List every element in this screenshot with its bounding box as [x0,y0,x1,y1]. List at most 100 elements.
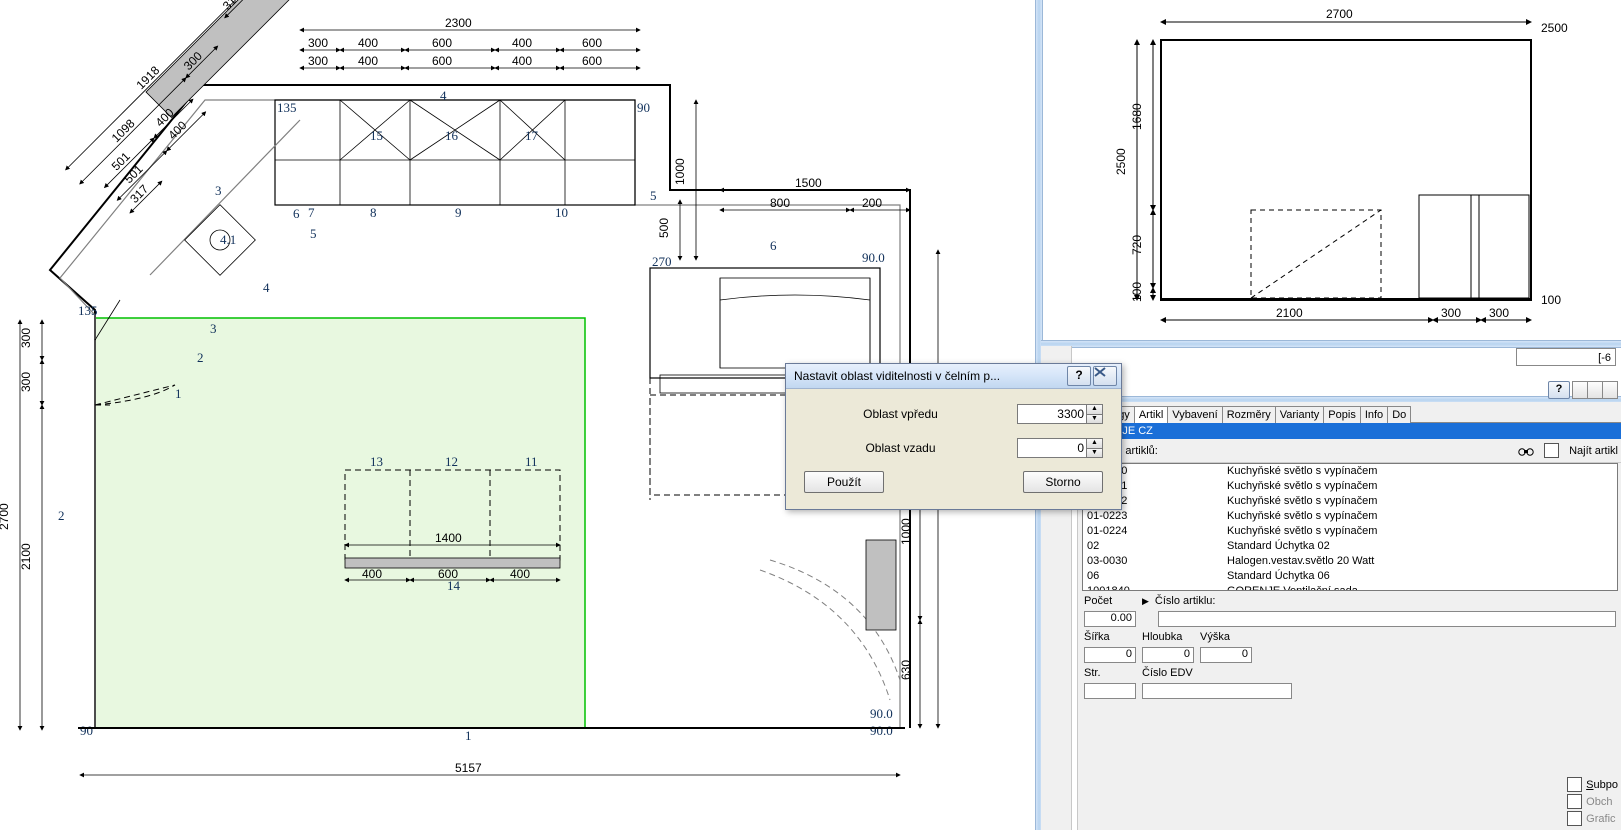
panel-tabs: KatalogyArtiklVybaveníRozměryVariantyPop… [1078,402,1621,423]
list-item[interactable]: 01-0221Kuchyňské světlo s vypínačem [1083,479,1617,494]
front-area-spinner[interactable]: ▲▼ [1087,404,1103,424]
tab-info[interactable]: Info [1360,406,1388,423]
list-item[interactable]: 03-0030Halogen.vestav.světlo 20 Watt [1083,554,1617,569]
article-number-field[interactable] [1158,611,1616,627]
svg-text:300: 300 [19,372,33,392]
tab-vybavení[interactable]: Vybavení [1167,406,1222,423]
list-item[interactable]: 01-0220Kuchyňské světlo s vypínačem [1083,464,1617,479]
svg-text:300: 300 [1441,306,1461,320]
svg-text:2100: 2100 [1276,306,1303,320]
svg-text:5: 5 [310,226,317,241]
aux-elevation-pane[interactable]: .th2{stroke:#000;stroke-width:2;fill:non… [1041,0,1621,340]
svg-text:2700: 2700 [0,503,11,530]
list-item[interactable]: 01-0222Kuchyňské světlo s vypínačem [1083,494,1617,509]
depth-field[interactable]: 0 [1142,647,1194,663]
tab-rozměry[interactable]: Rozměry [1222,406,1276,423]
height-label: Výška [1200,631,1252,643]
tab-popis[interactable]: Popis [1323,406,1361,423]
list-item[interactable]: 01-0223Kuchyňské světlo s vypínačem [1083,509,1617,524]
list-item[interactable]: 1001840GORENJE Ventilační sada [1083,584,1617,591]
svg-text:400: 400 [512,54,532,68]
svg-text:5: 5 [650,188,657,203]
width-field[interactable]: 0 [1084,647,1136,663]
aux-elevation-svg: .th2{stroke:#000;stroke-width:2;fill:non… [1041,0,1621,340]
list-item[interactable]: 02Standard Úchytka 02 [1083,539,1617,554]
tab-artikl[interactable]: Artikl [1134,406,1168,423]
height-field[interactable]: 0 [1200,647,1252,663]
svg-text:1000: 1000 [673,158,687,185]
svg-text:90.0: 90.0 [862,250,885,265]
tab-do[interactable]: Do [1387,406,1411,423]
svg-text:400: 400 [362,567,382,581]
svg-text:300: 300 [1489,306,1509,320]
dialog-title: Nastavit oblast viditelnosti v čelním p.… [794,369,1065,383]
back-area-input[interactable] [1017,438,1087,458]
svg-text:6: 6 [293,206,300,221]
svg-text:4: 4 [263,280,270,295]
svg-text:2500: 2500 [1541,21,1568,35]
svg-text:3: 3 [210,321,217,336]
svg-text:16: 16 [445,128,459,143]
svg-text:600: 600 [432,54,452,68]
back-area-spinner[interactable]: ▲▼ [1087,438,1103,458]
svg-text:90.0: 90.0 [870,706,893,721]
svg-text:2700: 2700 [1326,7,1353,21]
count-field[interactable]: 0.00 [1084,611,1136,627]
horizontal-splitter-upper[interactable] [1041,340,1621,348]
svg-text:600: 600 [432,36,452,50]
article-list[interactable]: 01-0220Kuchyňské světlo s vypínačem01-02… [1082,463,1618,591]
dialog-titlebar[interactable]: Nastavit oblast viditelnosti v čelním p.… [786,364,1121,389]
obch-label: Obch [1586,796,1612,808]
grafic-checkbox[interactable] [1567,811,1582,826]
grafic-label: Grafic [1586,813,1615,825]
page-field[interactable] [1084,683,1136,699]
svg-text:400: 400 [358,36,378,50]
page-label: Str. [1084,667,1136,679]
edv-field[interactable] [1142,683,1292,699]
edv-label: Číslo EDV [1142,667,1193,679]
panel-window-controls[interactable] [1572,381,1618,399]
subpo-checkbox[interactable] [1567,777,1582,792]
count-play-icon[interactable]: ▶ [1142,596,1149,607]
find-article-checkbox[interactable] [1544,443,1559,458]
svg-text:90.0: 90.0 [870,723,893,738]
svg-text:2: 2 [58,508,65,523]
svg-text:135: 135 [277,100,297,115]
catalog-banner[interactable]: GORENJE CZ [1078,423,1621,439]
svg-text:400: 400 [358,54,378,68]
cancel-button[interactable]: Storno [1023,471,1103,493]
dialog-help-button[interactable]: ? [1067,366,1091,386]
properties-panel: [-6 ? KatalogyArtiklVybaveníRozměryVaria… [1077,402,1621,830]
svg-text:3: 3 [215,183,222,198]
svg-text:2: 2 [197,350,204,365]
svg-text:300: 300 [308,36,328,50]
svg-text:13: 13 [370,454,383,469]
svg-text:10: 10 [555,205,568,220]
svg-text:200: 200 [862,196,882,210]
list-item[interactable]: 06Standard Úchytka 06 [1083,569,1617,584]
svg-text:600: 600 [582,54,602,68]
svg-text:600: 600 [438,567,458,581]
binoculars-icon[interactable] [1518,444,1534,458]
obch-checkbox[interactable] [1567,794,1582,809]
apply-button[interactable]: Použít [804,471,884,493]
svg-text:12: 12 [445,454,458,469]
list-item[interactable]: 01-0224Kuchyňské světlo s vypínačem [1083,524,1617,539]
front-area-label: Oblast vpředu [804,407,1017,421]
svg-text:90: 90 [80,723,93,738]
find-article-label: Najít artikl [1569,445,1618,457]
dialog-close-button[interactable] [1093,366,1117,386]
svg-text:15: 15 [370,128,383,143]
tab-body-artikl: GORENJE CZ Seznam artiklů: Najít artikl … [1078,422,1621,707]
back-area-label: Oblast vzadu [804,441,1017,455]
svg-text:9: 9 [455,205,462,220]
svg-text:17: 17 [525,128,539,143]
panel-help-button[interactable]: ? [1548,381,1570,399]
tab-varianty[interactable]: Varianty [1275,406,1325,423]
svg-text:270: 270 [652,254,672,269]
svg-text:2100: 2100 [19,543,33,570]
svg-text:2300: 2300 [445,16,472,30]
front-area-input[interactable] [1017,404,1087,424]
svg-text:400: 400 [510,567,530,581]
svg-text:100: 100 [1130,282,1144,302]
